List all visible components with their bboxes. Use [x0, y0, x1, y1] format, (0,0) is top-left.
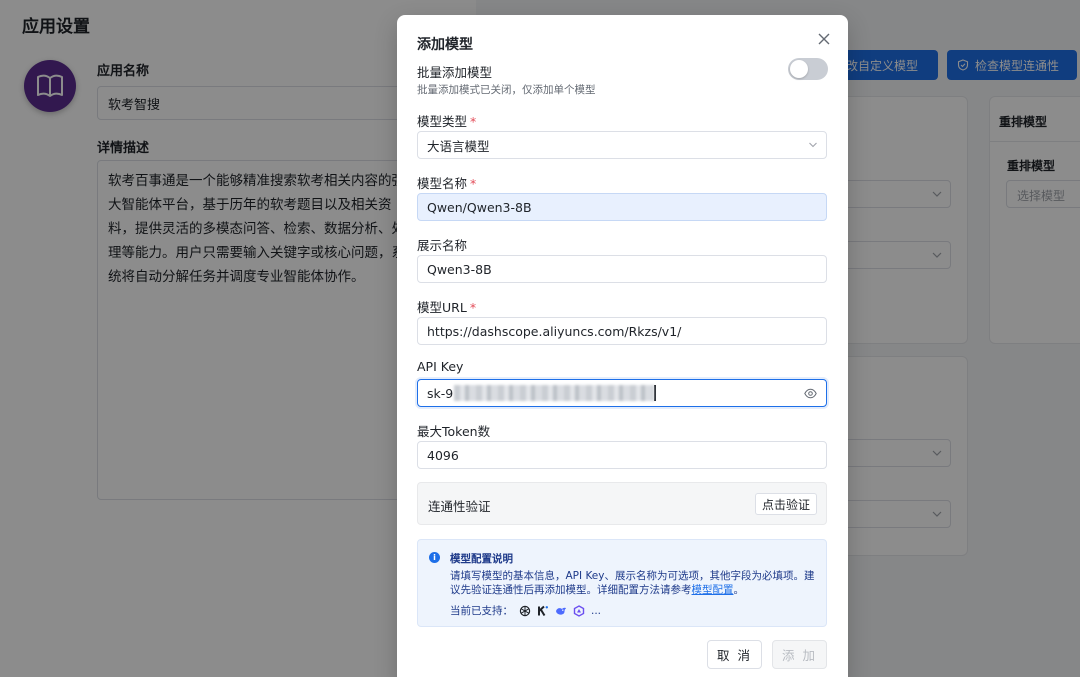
add-button[interactable]: 添 加: [772, 640, 827, 669]
batch-add-label: 批量添加模型: [417, 65, 493, 80]
max-token-input[interactable]: 4096: [417, 441, 827, 469]
required-mark: *: [469, 300, 477, 315]
model-type-value: 大语言模型: [427, 138, 490, 154]
support-more: ...: [591, 604, 602, 617]
config-info-box: i 模型配置说明 请填写模型的基本信息，API Key、展示名称为可选项，其他字…: [417, 539, 827, 627]
model-name-label: 模型名称 *: [417, 176, 477, 191]
eye-icon[interactable]: [804, 388, 817, 399]
openai-icon: [519, 605, 531, 616]
required-mark: *: [470, 176, 477, 191]
info-icon: i: [429, 552, 440, 563]
display-name-input[interactable]: Qwen3-8B: [417, 255, 827, 283]
kimi-icon: [538, 605, 548, 616]
api-key-label: API Key: [417, 359, 464, 374]
model-url-label: 模型URL *: [417, 300, 477, 315]
connectivity-section: 连通性验证 点击验证: [417, 482, 827, 525]
cancel-button[interactable]: 取 消: [707, 640, 762, 669]
supported-providers: 当前已支持： ...: [450, 603, 601, 618]
text-cursor: [654, 385, 656, 401]
qwen-icon: [573, 604, 585, 617]
verify-button[interactable]: 点击验证: [755, 493, 817, 515]
add-model-dialog: 添加模型 批量添加模型 批量添加模式已关闭，仅添加单个模型 模型类型 * 大语言模…: [397, 15, 848, 677]
required-mark: *: [470, 114, 477, 129]
model-url-input[interactable]: https://dashscope.aliyuncs.com/Rkzs/v1/: [417, 317, 827, 345]
close-icon[interactable]: [816, 31, 832, 47]
api-key-input[interactable]: sk-9: [417, 379, 827, 407]
batch-add-toggle[interactable]: [788, 58, 828, 80]
info-title: 模型配置说明: [450, 553, 513, 565]
model-config-link[interactable]: 模型配置: [692, 584, 734, 596]
dialog-title: 添加模型: [417, 37, 473, 53]
connectivity-label: 连通性验证: [428, 499, 491, 514]
api-key-prefix: sk-9: [427, 385, 454, 401]
max-token-label: 最大Token数: [417, 424, 491, 439]
support-label: 当前已支持：: [450, 605, 513, 617]
model-name-input[interactable]: Qwen/Qwen3-8B: [417, 193, 827, 221]
toggle-knob: [790, 60, 808, 78]
batch-add-hint: 批量添加模式已关闭，仅添加单个模型: [417, 84, 596, 96]
chevron-down-icon: [809, 142, 817, 148]
deepseek-icon: [556, 607, 566, 615]
display-name-label: 展示名称: [417, 238, 468, 253]
api-key-redacted: [454, 385, 655, 401]
info-text: 请填写模型的基本信息，API Key、展示名称为可选项，其他字段为必填项。建议先…: [450, 570, 815, 596]
model-type-label: 模型类型 *: [417, 114, 477, 129]
model-type-select[interactable]: 大语言模型: [417, 131, 827, 159]
